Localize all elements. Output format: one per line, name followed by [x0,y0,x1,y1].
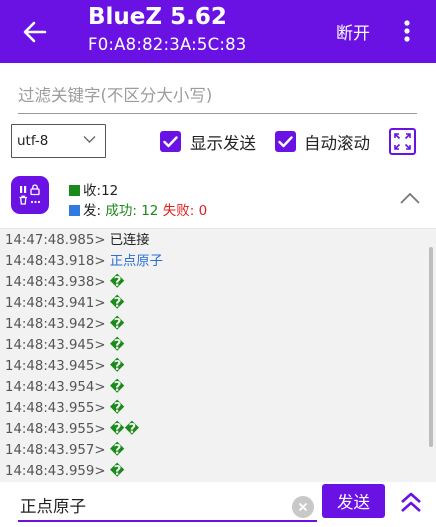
fullscreen-icon [394,133,411,150]
log-line: 14:48:43.938> � [5,272,125,293]
log-line: 14:47:48.985> 已连接 [5,230,150,251]
chevron-up-icon [400,192,420,204]
auto-scroll-label: 自动滚动 [304,134,370,153]
filter-field [18,80,417,114]
log-line: 14:48:43.955> � [5,398,125,419]
log-scrollbar[interactable] [429,247,433,447]
close-icon [298,502,308,512]
log-timestamp: 14:48:43.918> [5,254,106,269]
log-timestamp: 14:48:43.941> [5,296,106,311]
log-line: 14:48:43.945> � [5,335,125,356]
collapse-button[interactable] [399,190,421,204]
log-timestamp: 14:48:43.955> [5,422,106,437]
auto-scroll-checkbox[interactable] [275,131,296,152]
log-line: 14:48:43.957> � [5,440,125,461]
fail-label: 失败: [162,203,195,219]
pause-lock-trash-icon [19,184,41,205]
log-line: 14:48:43.918> 正点原子 [5,251,163,272]
log-timestamp: 14:48:43.959> [5,464,106,479]
log-message: � [109,380,125,395]
check-icon [278,135,293,147]
disconnect-button[interactable]: 断开 [336,19,370,44]
device-address-subtitle: F0:A8:82:3A:5C:83 [88,35,247,54]
log-message: 已连接 [109,233,150,248]
log-timestamp: 14:48:43.954> [5,380,106,395]
log-timestamp: 14:47:48.985> [5,233,106,248]
log-message: � [109,275,125,290]
recv-stats: 收:12 [69,179,118,199]
show-sent-label: 显示发送 [190,134,256,153]
log-line: 14:48:43.954> � [5,377,125,398]
clear-input-button[interactable] [292,496,314,518]
success-stat: 成功: 12 [105,203,158,219]
log-timestamp: 14:48:43.945> [5,359,106,374]
sent-label: 发: [83,203,102,219]
log-message: � [109,443,125,458]
fail-stat: 失败: 0 [163,203,207,219]
log-message: 正点原子 [109,254,163,269]
sent-stats: 发: 成功: 12 失败: 0 [69,199,207,219]
show-sent-checkbox[interactable] [160,131,181,152]
log-timestamp: 14:48:43.938> [5,275,106,290]
check-icon [163,135,178,147]
log-line: 14:48:43.945> � [5,356,125,377]
recv-color-square [69,185,80,196]
send-field [18,486,317,522]
send-button[interactable]: 发送 [322,484,385,518]
log-message: � [109,401,125,416]
log-timestamp: 14:48:43.942> [5,317,106,332]
device-name-title: BlueZ 5.62 [88,4,227,30]
expand-send-panel-button[interactable] [397,488,425,516]
encoding-value: utf-8 [17,133,49,149]
recv-count: 12 [101,183,119,199]
log-message: � [109,359,125,374]
log-line: 14:48:43.959> � [5,461,125,482]
log-message: � [109,464,125,479]
recv-label: 收: [83,183,102,199]
filter-input[interactable] [18,80,417,110]
back-button[interactable] [18,16,52,48]
chevron-down-icon [83,136,96,143]
log-line: 14:48:43.955> �� [5,419,139,440]
send-input[interactable] [20,492,285,518]
stats-panel: 收:12 发: 成功: 12 失败: 0 [0,170,436,226]
log-line: 14:48:43.941> � [5,293,125,314]
sent-color-square [69,205,80,216]
success-label: 成功: [105,203,137,219]
log-message: � [109,338,125,353]
arrow-left-icon [23,21,47,43]
encoding-select[interactable]: utf-8 [11,124,106,158]
fullscreen-button[interactable] [389,128,416,155]
fail-count: 0 [198,203,208,219]
log-timestamp: 14:48:43.957> [5,443,106,458]
app-bar: BlueZ 5.62 F0:A8:82:3A:5C:83 断开 [0,0,436,63]
log-line: 14:48:43.942> � [5,314,125,335]
log-output[interactable]: 14:47:48.985> 已连接 14:48:43.918> 正点原子 14:48… [0,228,436,482]
log-message: � [109,296,125,311]
log-tools-button[interactable] [11,176,49,214]
log-message: �� [109,422,140,437]
log-message: � [109,317,125,332]
more-vertical-icon [404,20,410,42]
success-count: 12 [141,203,159,219]
double-chevron-up-icon [401,492,421,512]
more-options-button[interactable] [396,16,418,46]
log-timestamp: 14:48:43.955> [5,401,106,416]
log-timestamp: 14:48:43.945> [5,338,106,353]
